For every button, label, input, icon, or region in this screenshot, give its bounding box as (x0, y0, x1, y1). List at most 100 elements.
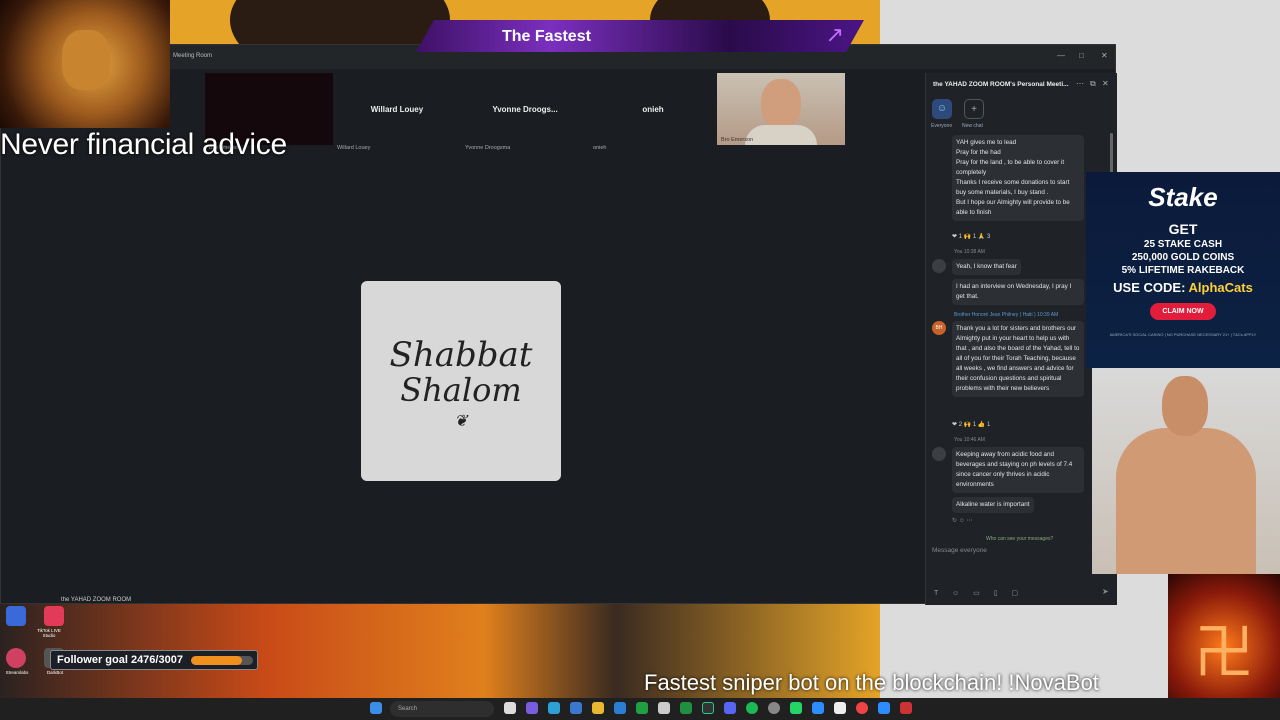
zoom-icon[interactable] (812, 702, 824, 714)
message-reactions[interactable]: ❤ 1 🙌 1 🙏 3 (952, 233, 990, 240)
discord-icon[interactable] (724, 702, 736, 714)
ad-line3: 5% LIFETIME RAKEBACK (1121, 265, 1245, 276)
participant-shirt (745, 125, 817, 145)
new-chat-icon[interactable]: + (964, 99, 984, 119)
taskbar: Search (0, 698, 1280, 720)
participant-face (761, 79, 801, 129)
close-icon[interactable]: ✕ (1101, 51, 1108, 60)
who-can-see-link[interactable]: Who can see your messages? (986, 536, 1053, 542)
chat-input[interactable]: Message everyone (932, 547, 987, 554)
chat-message: YAH gives me to lead Pray for the had Pr… (952, 135, 1084, 221)
claim-now-button[interactable]: CLAIM NOW (1150, 303, 1216, 320)
participant-label: Yvonne Droogsma (465, 145, 511, 151)
excel-icon[interactable] (680, 702, 692, 714)
everyone-tab-icon[interactable]: ☺ (932, 99, 952, 119)
desktop-icon-label: Streamlabs (5, 670, 29, 675)
message-reactions[interactable]: ❤ 2 🙌 1 👍 1 (952, 421, 990, 428)
title-banner: The Fastest ↗ (416, 20, 864, 52)
popout-icon[interactable]: ⧉ (1090, 79, 1096, 89)
tiktok-live-icon[interactable] (44, 606, 64, 626)
ad-get: GET (1168, 221, 1198, 237)
tab-new-chat-label: New chat (962, 123, 983, 129)
reaction-add-icons[interactable]: ↻ ☺ ⋯ (952, 517, 973, 524)
maximize-icon[interactable]: □ (1079, 51, 1084, 60)
streamlabs-icon[interactable] (6, 648, 26, 668)
participant-tile[interactable]: Yvonne Droogs... Yvonne Droogsma (461, 73, 589, 151)
chat-message: Thank you a lot for sisters and brothers… (952, 321, 1084, 397)
sniper-ad-text: Fastest sniper bot on the blockchain! !N… (644, 670, 1099, 695)
zoom-alt-icon[interactable] (878, 702, 890, 714)
ad-line2: 250,000 GOLD COINS (1131, 252, 1235, 263)
minimize-icon[interactable]: — (1057, 51, 1065, 60)
banner-title: The Fastest (502, 28, 591, 45)
participant-name: Willard Louey (370, 105, 424, 114)
store-icon[interactable] (570, 702, 582, 714)
trend-up-icon: ↗ (825, 22, 844, 47)
totem-glyph-icon: 卍 (1194, 618, 1254, 688)
xbox-icon[interactable] (636, 702, 648, 714)
chat-title: the YAHAD ZOOM ROOM's Personal Meeti... (933, 81, 1069, 88)
windows-start-icon[interactable] (370, 702, 382, 714)
avatar (932, 447, 946, 461)
task-view-icon[interactable] (504, 702, 516, 714)
send-icon[interactable]: ➤ (1102, 587, 1109, 596)
desktop-icon-label: DarkBot (46, 670, 64, 675)
taskbar-search[interactable]: Search (390, 701, 494, 717)
chrome-icon[interactable] (856, 702, 868, 714)
ad-line1: 25 STAKE CASH (1143, 239, 1223, 250)
follower-goal-fill (191, 656, 242, 665)
lion-face (62, 30, 110, 90)
window-title: Meeting Room (173, 53, 213, 59)
lion-overlay-image (0, 0, 170, 128)
obs-icon[interactable] (768, 702, 780, 714)
participant-name: onieh (642, 105, 664, 114)
chatgpt-icon[interactable] (658, 702, 670, 714)
ad-fine-print: AMERICA'S SOCIAL CASINO | NO PURCHASE NE… (1109, 332, 1257, 337)
follower-goal-bar (191, 656, 253, 665)
file-explorer-icon[interactable] (592, 702, 604, 714)
spotify-icon[interactable] (746, 702, 758, 714)
participant-label: Willard Louey (337, 145, 371, 151)
edge-icon[interactable] (548, 702, 560, 714)
message-meta: You 10:46 AM (954, 437, 985, 443)
avatar: BH (932, 321, 946, 335)
app-icon[interactable] (900, 702, 912, 714)
notepad-icon[interactable] (834, 702, 846, 714)
chat-scrollbar[interactable] (1110, 133, 1113, 173)
streamer-head (1162, 376, 1208, 436)
participant-label: Bro Emerson (721, 137, 754, 143)
participant-label: onieh (593, 145, 607, 151)
desktop-icon-label: TikTok LIVE Studio (37, 628, 61, 638)
copilot-icon[interactable] (526, 702, 538, 714)
window-footer: the YAHAD ZOOM ROOM (61, 597, 132, 603)
leaf-icon: ❦ (454, 411, 468, 430)
chat-message: Alkaline water is important (952, 497, 1034, 513)
participant-tile[interactable]: onieh onieh (589, 73, 717, 151)
chat-message: Keeping away from acidic food and bevera… (952, 447, 1084, 493)
stake-logo: Stake (1148, 182, 1218, 212)
close-chat-icon[interactable]: ✕ (1102, 79, 1109, 88)
avatar (932, 259, 946, 273)
chat-message: I had an interview on Wednesday, I pray … (952, 279, 1084, 305)
ad-code-label: USE CODE: (1113, 280, 1189, 295)
tab-everyone-label: Everyone (931, 123, 953, 129)
more-icon[interactable]: ⋯ (1076, 79, 1084, 88)
ad-code-line: USE CODE: AlphaCats (1086, 280, 1280, 295)
follower-goal-widget: Follower goal 2476/3007 (50, 650, 258, 670)
disclaimer-text: Never financial advice (0, 128, 287, 161)
terminal-icon[interactable] (702, 702, 714, 714)
desktop-app-icon[interactable] (6, 606, 26, 626)
streamer-body (1116, 428, 1256, 574)
ad-code: AlphaCats (1188, 280, 1253, 295)
streamer-webcam (1092, 368, 1280, 574)
whatsapp-icon[interactable] (790, 702, 802, 714)
shared-text-line2: Shalom (400, 371, 522, 409)
chat-toolbar[interactable]: T ☺ ▭ ▯ ▢ (934, 589, 1024, 597)
participant-video-tile[interactable]: Bro Emerson (717, 73, 845, 145)
shared-text-line1: Shabbat (389, 335, 533, 375)
participant-name: Yvonne Droogs... (492, 105, 558, 114)
message-meta: You 10:38 AM (954, 249, 985, 255)
mail-icon[interactable] (614, 702, 626, 714)
participant-tile[interactable]: Willard Louey Willard Louey (333, 73, 461, 151)
chat-message: Yeah, I know that fear (952, 259, 1021, 275)
